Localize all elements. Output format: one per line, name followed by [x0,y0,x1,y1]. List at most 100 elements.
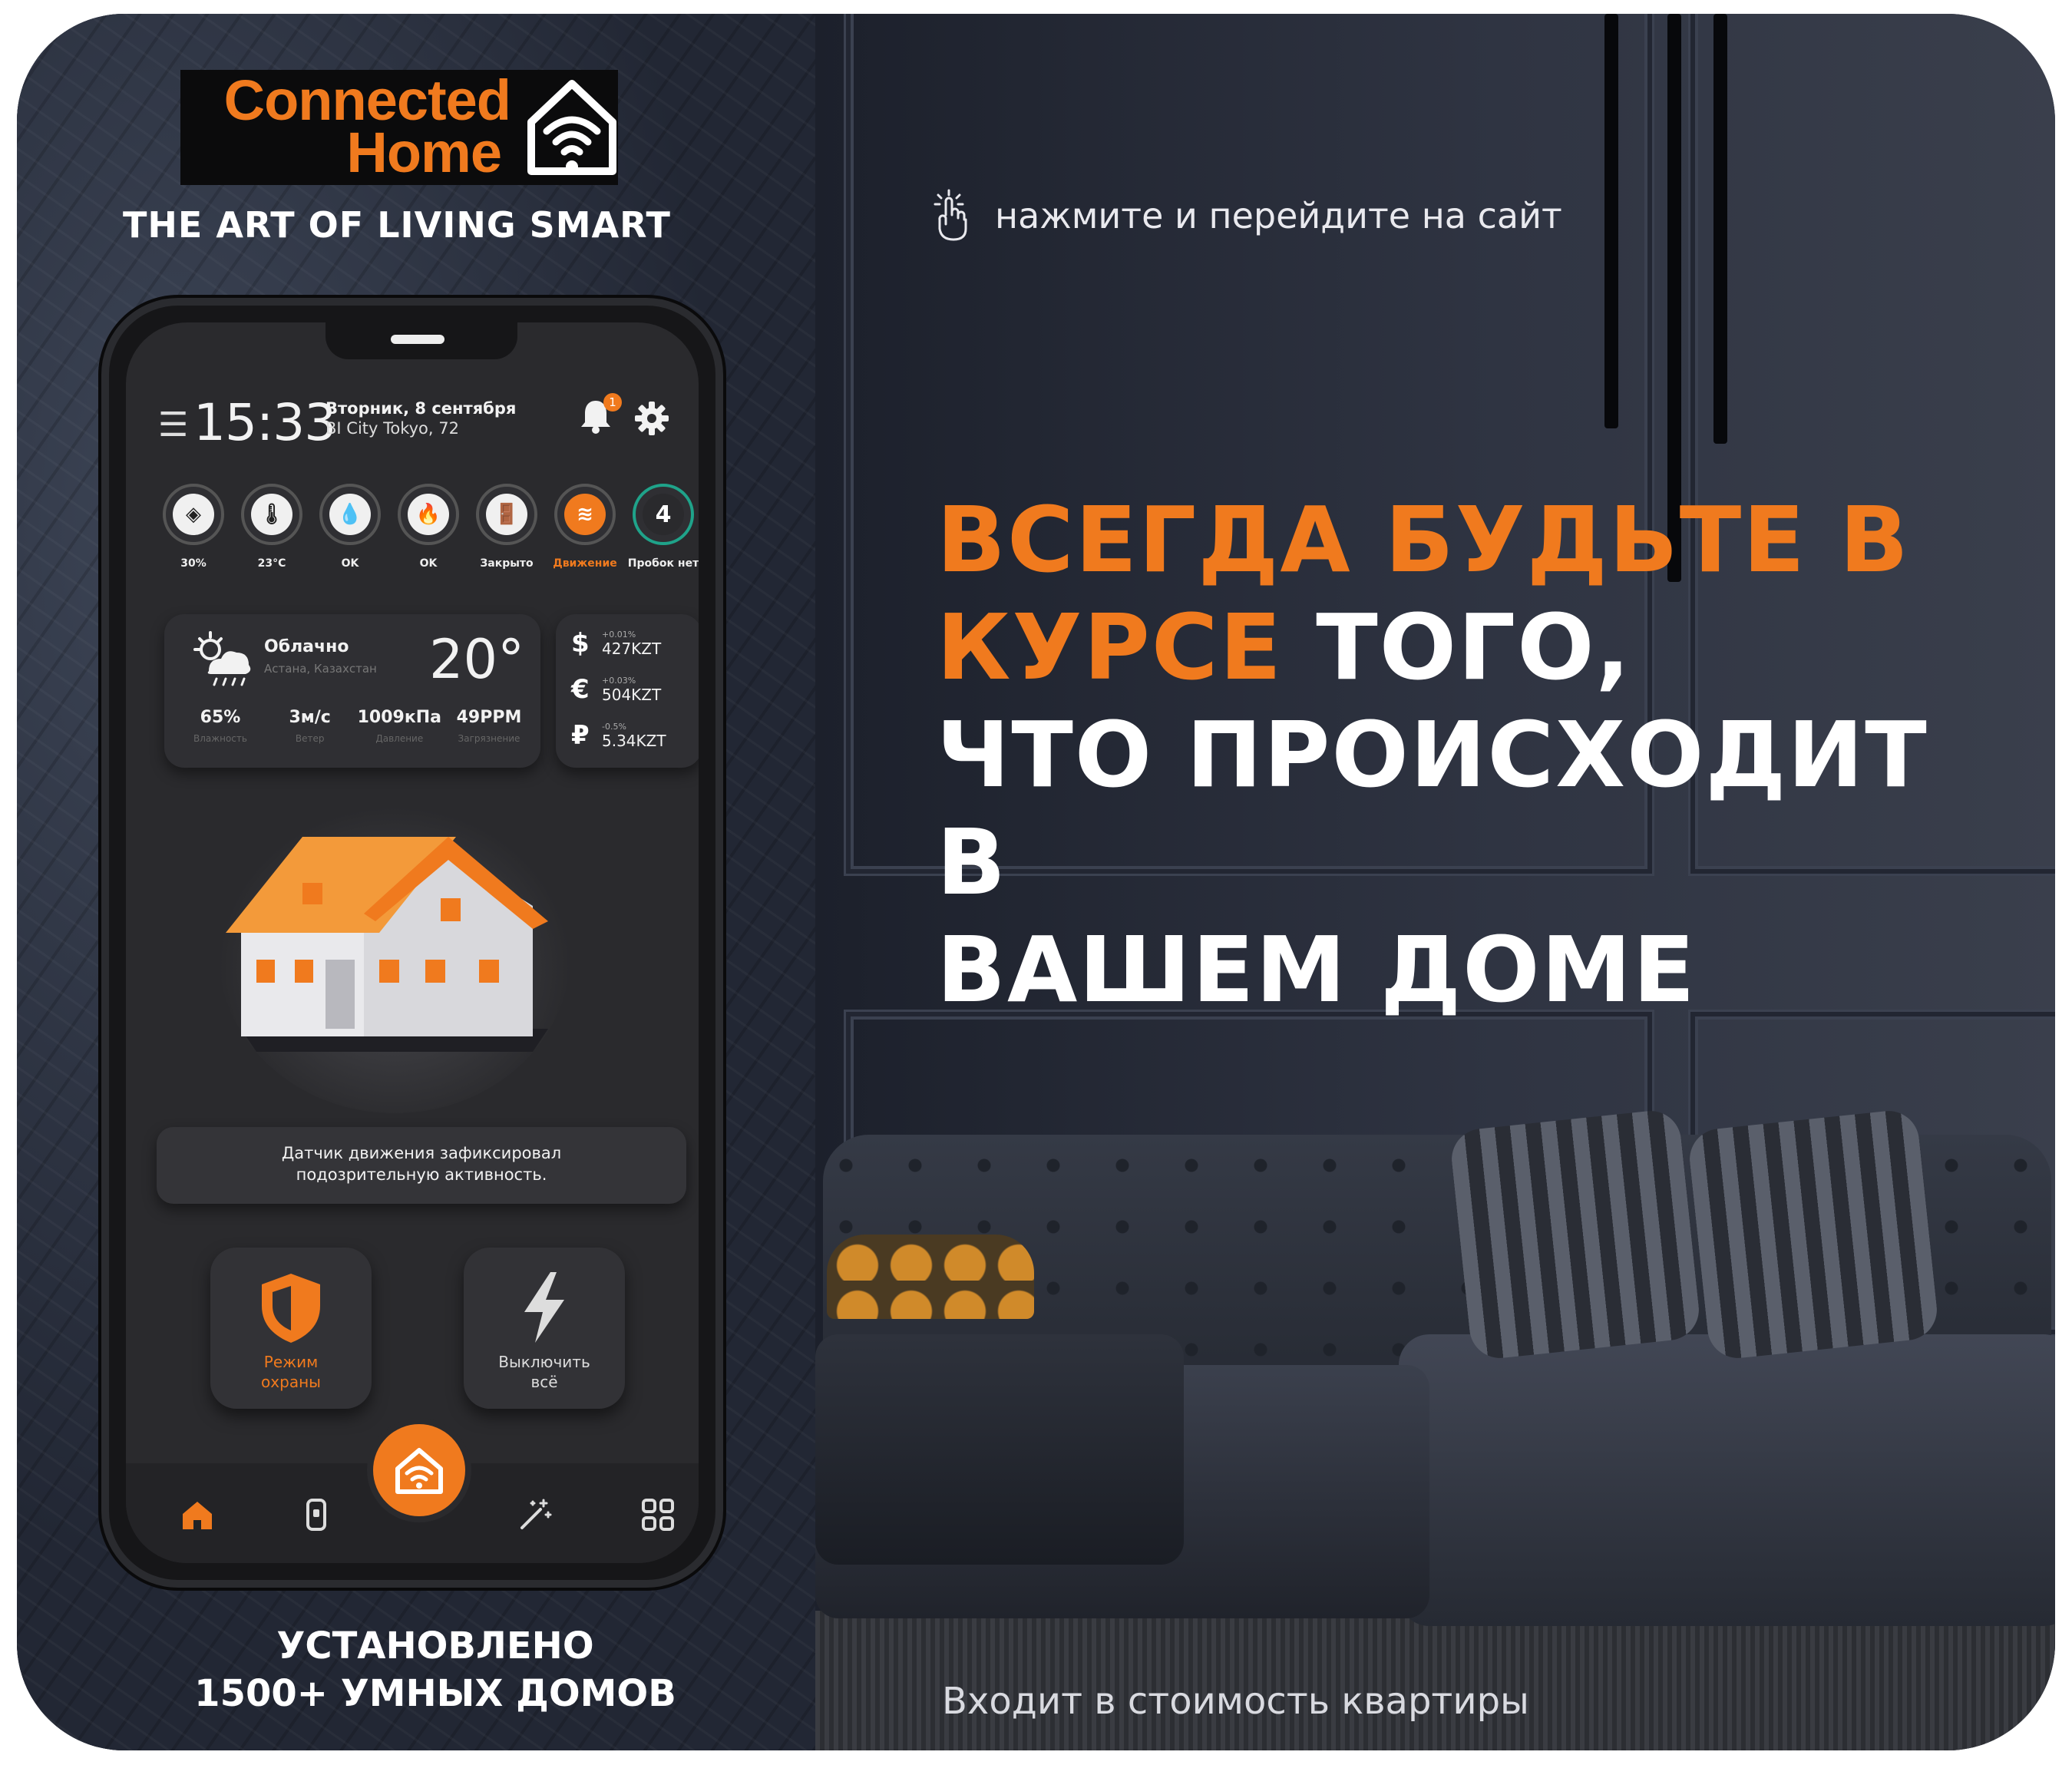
traffic-sensor-button[interactable]: 4 [633,484,694,545]
weather-stat: 3м/с Ветер [268,708,352,744]
headline-orange-2: КУРСЕ [937,594,1284,700]
striped-pillow [1687,1108,1940,1361]
stat-value: 49PPM [456,708,522,727]
alert-line2: подозрительную активность. [296,1165,547,1184]
stat-label: Давление [375,733,424,744]
headline-white-3: ВАШЕМ ДОМЕ [937,917,1697,1023]
turn-off-all-button[interactable]: Выключить всё [464,1248,625,1409]
app-screen: ☰ 15:33 Вторник, 8 сентября BI City Toky… [126,322,699,1563]
ad-card: Connected Home THE ART OF LIVING SMART н… [17,14,2055,1750]
weather-city: Астана, Казахстан [264,662,377,676]
headline-white-2: ЧТО ПРОИСХОДИТ В [937,702,1928,915]
stat-label: Ветер [295,733,325,744]
website-link-text: нажмите и перейдите на сайт [995,195,1562,236]
tap-hand-icon [934,189,967,241]
installed-count: УСТАНОВЛЕНО 1500+ УМНЫХ ДОМОВ [132,1622,739,1717]
currency-delta: -0.5% [602,721,626,732]
door-icon: 🚪 [486,494,527,535]
installed-line1: УСТАНОВЛЕНО [276,1625,594,1667]
weather-stat: 49PPM Загрязнение [447,708,531,744]
fruit-bowl [827,1235,1034,1319]
currency-card[interactable]: $ +0.01% 427KZT € +0.03% 504KZT ₽ -0.5% 5.3… [556,614,699,768]
currency-row: $ +0.01% 427KZT [571,628,661,659]
door-sensor-button[interactable]: 🚪 [476,484,537,545]
currency-delta: +0.03% [602,675,636,686]
currency-rate: 504KZT [602,685,662,704]
partly-cloudy-icon [193,631,251,686]
current-address: BI City Tokyo, 72 [326,419,459,438]
motion-icon: ≋ [564,494,606,535]
ottoman [815,1334,1184,1565]
water-sensor-button[interactable]: 💧 [319,484,381,545]
currency-rate: 5.34KZT [602,731,666,750]
current-date: Вторник, 8 сентября [326,399,517,418]
stat-value: 3м/с [289,708,331,727]
clock: 15:33 [193,393,336,452]
home-icon[interactable] [180,1497,215,1532]
label-line: Выключить [498,1353,590,1371]
weather-card[interactable]: Облачно Астана, Казахстан 20° 65% Влажнос… [164,614,540,768]
phone-mockup: ☰ 15:33 Вторник, 8 сентября BI City Toky… [101,298,723,1588]
home-hub-button[interactable] [373,1424,465,1516]
motion-alert[interactable]: Датчик движения зафиксировал подозритель… [157,1127,686,1204]
security-mode-label: Режим охраны [210,1352,372,1392]
headline-white-1: ТОГО, [1283,594,1632,700]
notification-badge: 1 [603,393,622,412]
striped-pillow [1449,1108,1702,1361]
device-icon[interactable] [299,1497,334,1532]
main-headline: ВСЕГДА БУДЬТЕ В КУРСЕ ТОГО, ЧТО ПРОИСХОД… [937,486,2027,1023]
headline-orange-1: ВСЕГДА БУДЬТЕ В [937,487,1910,593]
weather-condition: Облачно [264,637,349,656]
security-mode-button[interactable]: Режим охраны [210,1248,372,1409]
water-drop-icon: 💧 [329,494,371,535]
stat-value: 65% [200,708,241,727]
logo-wordmark: Connected Home [180,68,511,184]
installed-line2: 1500+ УМНЫХ ДОМОВ [194,1672,676,1715]
weather-temperature: 20° [429,628,525,691]
currency-symbol: ₽ [571,720,590,751]
weather-stat: 65% Влажность [178,708,263,744]
gear-icon[interactable] [634,401,669,436]
grid-icon[interactable] [640,1497,676,1532]
pendant-lamp [1604,14,1618,428]
traffic-icon: 4 [643,494,684,535]
sensor-label: Пробок нет [627,557,699,570]
brand-logo[interactable]: Connected Home [180,70,618,185]
sofa-chaise [1399,1334,2055,1626]
thermometer-icon: 🌡 [251,494,292,535]
stat-value: 1009кПа [357,708,442,727]
lightning-icon [524,1272,564,1343]
alert-line1: Датчик движения зафиксировал [281,1144,562,1162]
label-line: охраны [261,1373,321,1391]
fire-sensor-button[interactable]: 🔥 [398,484,459,545]
stat-label: Загрязнение [458,733,520,744]
weather-stats: 65% Влажность 3м/с Ветер 1009кПа Давление 4… [178,708,531,744]
currency-row: € +0.03% 504KZT [571,674,661,705]
motion-sensor-button[interactable]: ≋ [554,484,616,545]
weather-stat: 1009кПа Давление [357,708,441,744]
leak-icon: ◈ [173,494,214,535]
included-in-price: Входит в стоимость квартиры [942,1680,1529,1723]
currency-rate: 427KZT [602,639,662,658]
temperature-sensor-button[interactable]: 🌡 [241,484,302,545]
logo-line2: Home [346,121,502,184]
phone-notch [326,322,517,359]
currency-symbol: $ [571,628,590,659]
stat-label: Влажность [193,733,247,744]
currency-symbol: € [571,674,590,705]
sensor-row: ◈ 30% 🌡 23°C 💧 OK 🔥 OK 🚪 Закрыто ≋ Движе… [147,484,699,583]
currency-row: ₽ -0.5% 5.34KZT [571,720,666,751]
house-wifi-icon [395,1448,443,1494]
brand-tagline: THE ART OF LIVING SMART [123,204,671,246]
label-line: Режим [263,1353,319,1371]
leak-sensor-button[interactable]: ◈ [163,484,224,545]
logo-line1: Connected [223,68,511,132]
magic-wand-icon[interactable] [517,1497,553,1532]
label-line: всё [530,1373,558,1391]
shield-icon [262,1274,320,1343]
house-illustration[interactable] [210,783,579,1113]
pendant-lamp [1713,14,1727,444]
currency-delta: +0.01% [602,629,636,640]
website-link[interactable]: нажмите и перейдите на сайт [930,189,1562,243]
menu-icon[interactable]: ☰ [158,405,188,445]
